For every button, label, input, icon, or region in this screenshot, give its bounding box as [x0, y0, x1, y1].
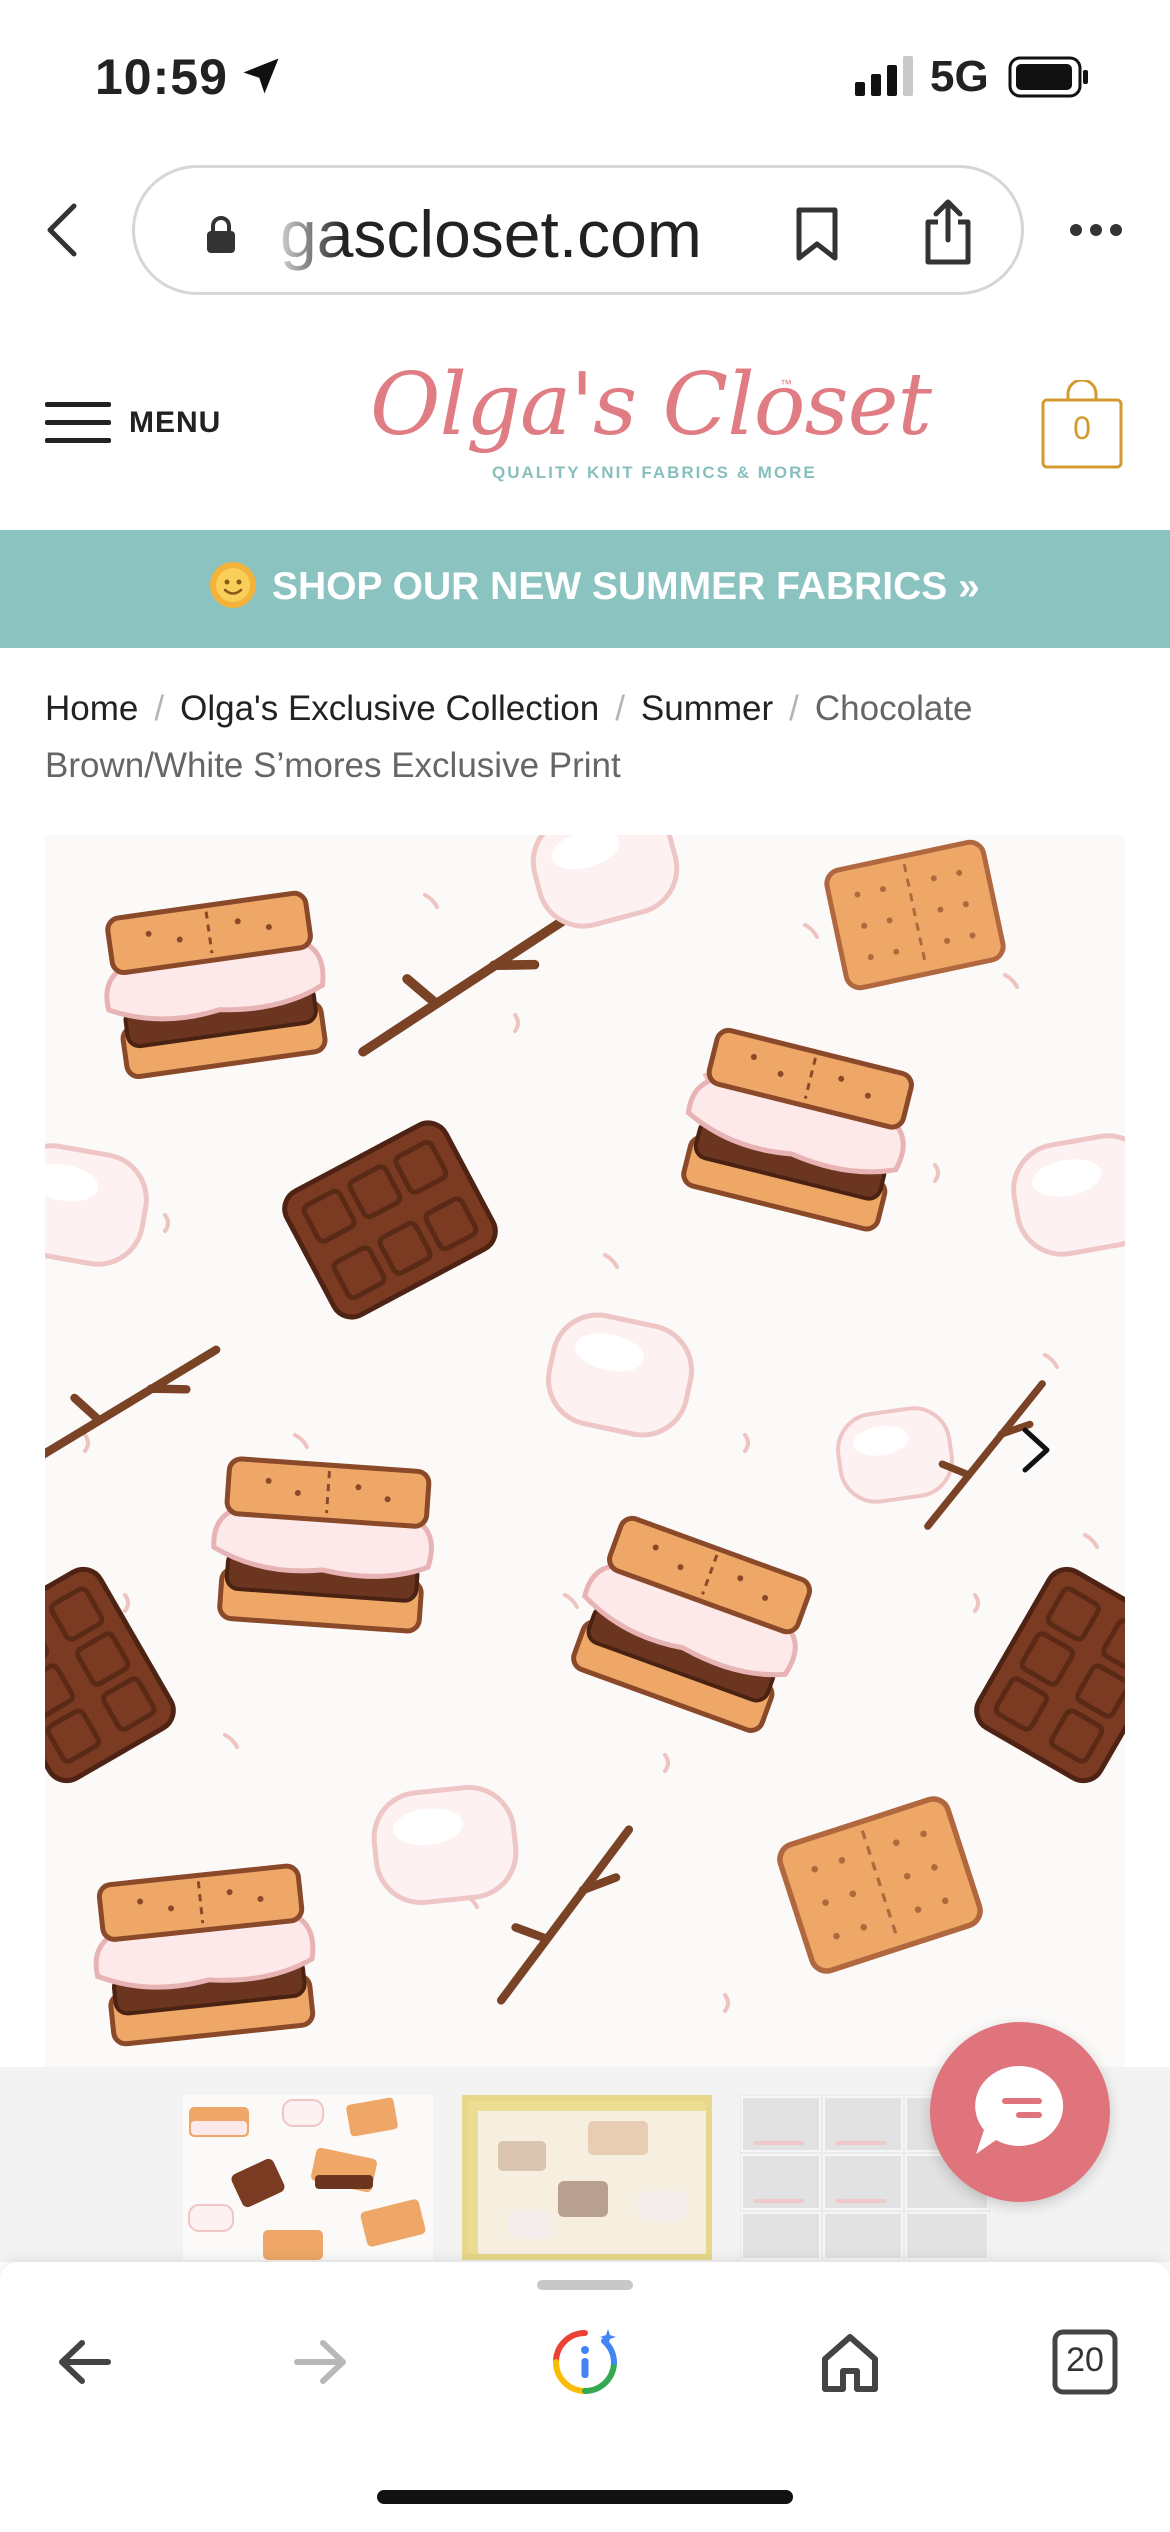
- logo-wordmark: Olga's Closet: [370, 355, 932, 455]
- promo-banner-text: SHOP OUR NEW SUMMER FABRICS »: [272, 565, 980, 608]
- location-arrow-icon: [243, 58, 279, 94]
- url-fade: [275, 188, 345, 278]
- thumbnail-1[interactable]: [183, 2095, 433, 2260]
- status-time: 10:59: [95, 49, 228, 105]
- assistant-icon[interactable]: [550, 2327, 620, 2397]
- smores-print-illustration: [45, 835, 1125, 2067]
- breadcrumb-separator: /: [789, 689, 799, 728]
- home-indicator: [377, 2490, 793, 2504]
- tab-count: 20: [1066, 2341, 1104, 2379]
- breadcrumb-home[interactable]: Home: [45, 689, 138, 728]
- breadcrumb-collection[interactable]: Olga's Exclusive Collection: [180, 689, 599, 728]
- chat-button[interactable]: [930, 2022, 1110, 2202]
- promo-banner[interactable]: SHOP OUR NEW SUMMER FABRICS »: [0, 530, 1170, 648]
- lock-icon: [207, 216, 235, 253]
- battery-icon: [1008, 56, 1088, 98]
- product-image[interactable]: [45, 835, 1125, 2067]
- site-logo[interactable]: Olga's Closet ™ QUALITY KNIT FABRICS & M…: [370, 355, 932, 495]
- breadcrumb-separator: /: [154, 689, 165, 728]
- menu-label: MENU: [129, 406, 222, 439]
- tabs-button[interactable]: 20: [1050, 2327, 1120, 2397]
- breadcrumb: Home / Olga's Exclusive Collection / Summer /…: [45, 680, 1125, 794]
- hamburger-icon: [45, 402, 111, 443]
- cart-button[interactable]: 0: [1040, 380, 1124, 470]
- logo-trademark: ™: [780, 377, 792, 391]
- breadcrumb-summer[interactable]: Summer: [641, 689, 773, 728]
- logo-tagline: QUALITY KNIT FABRICS & MORE: [492, 463, 817, 482]
- network-label: 5G: [930, 52, 989, 101]
- chat-icon: [975, 2065, 1064, 2154]
- status-bar: 10:59 5G: [0, 0, 1170, 150]
- thumbnail-2[interactable]: [462, 2095, 712, 2260]
- arrow-left-icon[interactable]: [50, 2327, 120, 2397]
- chevron-left-icon[interactable]: [40, 200, 84, 260]
- thumbnail-2-image: [468, 2101, 706, 2254]
- thumbnail-1-image: [183, 2095, 433, 2260]
- more-icon[interactable]: [1068, 220, 1124, 240]
- bookmark-icon[interactable]: [795, 206, 839, 262]
- sun-icon: [210, 562, 256, 608]
- breadcrumb-separator: /: [615, 689, 625, 728]
- signal-icon: [855, 56, 913, 96]
- cart-count: 0: [1073, 410, 1091, 446]
- arrow-right-icon[interactable]: [285, 2327, 355, 2397]
- address-bar[interactable]: gascloset.com: [132, 165, 1024, 295]
- sheet-grabber[interactable]: [537, 2280, 633, 2290]
- chevron-right-icon[interactable]: [1005, 1420, 1065, 1480]
- browser-toolbar: 20: [0, 2262, 1170, 2532]
- home-icon[interactable]: [815, 2327, 885, 2397]
- menu-button[interactable]: MENU: [45, 400, 245, 450]
- share-icon[interactable]: [920, 198, 976, 266]
